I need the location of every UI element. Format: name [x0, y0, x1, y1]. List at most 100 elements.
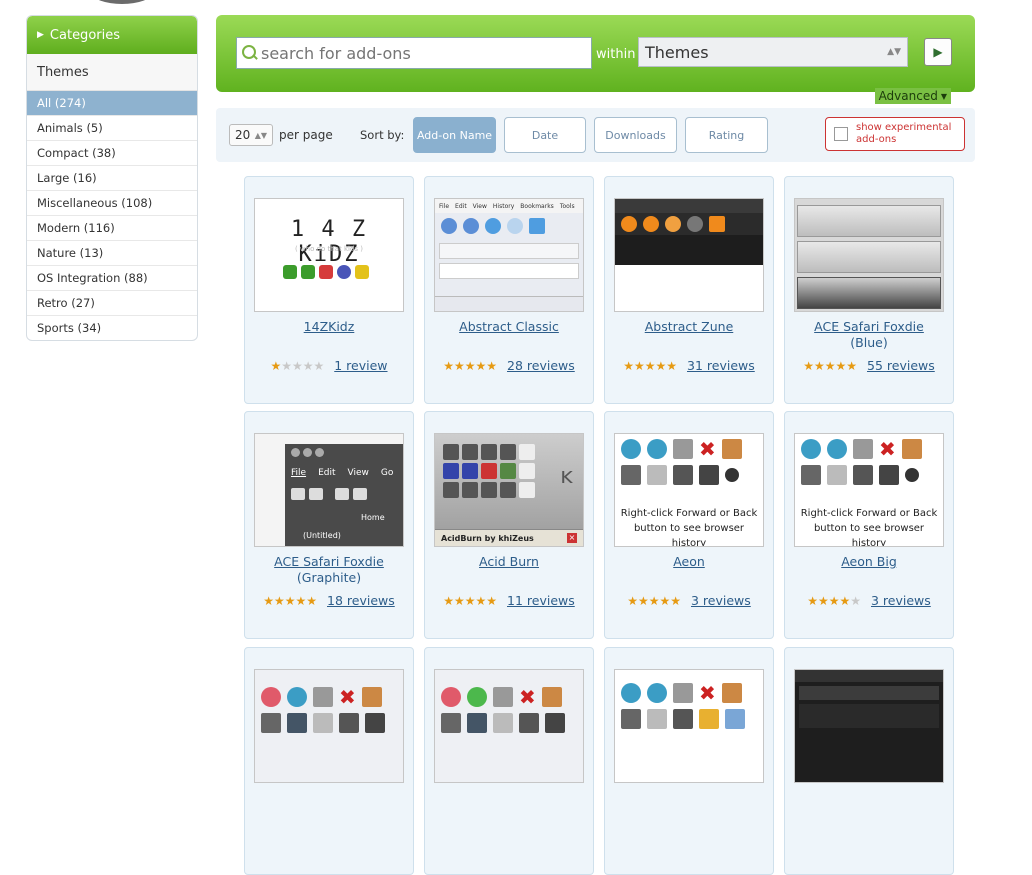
sidebar-item-nature[interactable]: Nature (13)	[27, 241, 197, 266]
sidebar-item-all[interactable]: All (274)	[27, 91, 197, 116]
reviews-link[interactable]: 28 reviews	[507, 358, 575, 373]
menu-history: History	[492, 202, 515, 210]
sidebar-item-retro[interactable]: Retro (27)	[27, 291, 197, 316]
back-icon	[801, 439, 821, 459]
sort-by-label: Sort by:	[360, 128, 405, 142]
folder-icon	[673, 465, 693, 485]
addon-thumbnail[interactable]: ✖ Right-click Forward or Back button to …	[614, 433, 764, 547]
sort-rating-button[interactable]: Rating	[685, 117, 768, 153]
addon-card-aeon-big[interactable]: ✖ Right-click Forward or Back button to …	[784, 411, 954, 639]
addon-thumbnail[interactable]	[794, 198, 944, 312]
addon-title[interactable]: 14ZKidz	[245, 319, 413, 335]
addon-title[interactable]: Aeon	[605, 554, 773, 570]
sidebar-item-compact[interactable]: Compact (38)	[27, 141, 197, 166]
addon-title[interactable]: Aeon Big	[785, 554, 953, 570]
menu-file: File	[439, 202, 450, 210]
advanced-label: Advanced	[878, 89, 938, 103]
browser-toolbar	[615, 213, 763, 235]
aeon-toolbar-row-1: ✖	[615, 438, 763, 460]
star-rating-icon: ★★★★★	[807, 594, 862, 608]
graphite-window: File Edit View Go Home (Untitled)	[285, 444, 403, 546]
addon-rating: ★★★★★ 28 reviews	[425, 358, 593, 373]
addon-card-14zkidz[interactable]: 1 4 Z KiDZ ( who do that kids ) 14ZKidz …	[244, 176, 414, 404]
addon-card-ace-safari-foxdie-blue[interactable]: ACE Safari Foxdie (Blue) ★★★★★ 55 review…	[784, 176, 954, 404]
stop-icon	[353, 488, 367, 500]
menu-file: File	[291, 468, 307, 478]
sort-downloads-button[interactable]: Downloads	[594, 117, 677, 153]
addon-thumbnail[interactable]: 1 4 Z KiDZ ( who do that kids )	[254, 198, 404, 312]
sidebar-item-os-integration[interactable]: OS Integration (88)	[27, 266, 197, 291]
per-page-select[interactable]: 20 ▲▼	[229, 124, 273, 146]
menu-view: View	[347, 468, 369, 478]
addon-title[interactable]: Abstract Zune	[605, 319, 773, 335]
home-icon	[361, 687, 382, 707]
addon-title[interactable]: Abstract Classic	[425, 319, 593, 335]
addon-thumbnail[interactable]: ✖ Right-click Forward or Back button to …	[794, 433, 944, 547]
reviews-link[interactable]: 11 reviews	[507, 593, 575, 608]
addon-title[interactable]: ACE Safari Foxdie	[785, 319, 953, 335]
experimental-checkbox[interactable]	[834, 127, 848, 141]
menu-view: View	[472, 202, 487, 210]
within-dropdown[interactable]: Themes ▲▼	[638, 37, 908, 67]
addon-card-row3-2[interactable]: ✖	[424, 647, 594, 875]
forward-icon	[647, 683, 667, 703]
reviews-link[interactable]: 1 review	[334, 358, 387, 373]
addon-rating: ★★★★★ 31 reviews	[605, 358, 773, 373]
forward-arrow-icon	[301, 265, 315, 279]
addon-thumbnail[interactable]	[614, 198, 764, 312]
home-icon	[721, 439, 742, 459]
folder-icon	[673, 709, 693, 729]
expand-triangle-icon: ▶	[37, 30, 44, 40]
reviews-link[interactable]: 3 reviews	[871, 593, 931, 608]
fullscreen-icon	[699, 465, 719, 485]
search-input[interactable]	[259, 42, 583, 64]
reviews-link[interactable]: 3 reviews	[691, 593, 751, 608]
addon-thumbnail[interactable]: ✖	[434, 669, 584, 783]
addon-card-row3-1[interactable]: ✖	[244, 647, 414, 875]
reload-icon	[673, 683, 693, 703]
addon-thumbnail[interactable]: ✖	[254, 669, 404, 783]
back-icon	[291, 488, 305, 500]
addon-title[interactable]: Acid Burn	[425, 554, 593, 570]
sidebar-item-large[interactable]: Large (16)	[27, 166, 197, 191]
per-page-value: 20	[235, 128, 251, 142]
addon-card-abstract-classic[interactable]: File Edit View History Bookmarks Tools A…	[424, 176, 594, 404]
addon-card-aeon[interactable]: ✖ Right-click Forward or Back button to …	[604, 411, 774, 639]
search-go-button[interactable]: ▶	[924, 38, 952, 66]
categories-header[interactable]: ▶ Categories	[27, 16, 197, 54]
addon-thumbnail[interactable]: File Edit View Go Home (Untitled)	[254, 433, 404, 547]
sort-date-button[interactable]: Date	[504, 117, 586, 153]
addon-card-row3-4[interactable]	[784, 647, 954, 875]
sort-addon-name-button[interactable]: Add-on Name	[413, 117, 496, 153]
advanced-search-link[interactable]: Advanced ▼	[874, 88, 951, 104]
back-icon	[261, 687, 281, 707]
search-field[interactable]	[236, 37, 592, 69]
sidebar-item-miscellaneous[interactable]: Miscellaneous (108)	[27, 191, 197, 216]
addon-thumbnail[interactable]: File Edit View History Bookmarks Tools	[434, 198, 584, 312]
home-icon	[355, 265, 369, 279]
menu-tools: Tools	[559, 202, 575, 210]
sidebar-item-modern[interactable]: Modern (116)	[27, 216, 197, 241]
addon-subtitle[interactable]: (Graphite)	[245, 570, 413, 586]
addon-thumbnail[interactable]: ✖	[614, 669, 764, 783]
back-icon	[621, 216, 637, 232]
play-arrow-icon: ▶	[933, 45, 943, 59]
reviews-link[interactable]: 31 reviews	[687, 358, 755, 373]
addon-thumbnail[interactable]: ᴋ AcidBurn by khiZeus ×	[434, 433, 584, 547]
sidebar-item-sports[interactable]: Sports (34)	[27, 316, 197, 340]
sidebar-section-themes[interactable]: Themes	[27, 54, 197, 91]
home-icon	[709, 216, 725, 232]
addon-card-acid-burn[interactable]: ᴋ AcidBurn by khiZeus × Acid Burn ★★★★★ …	[424, 411, 594, 639]
addon-subtitle[interactable]: (Blue)	[785, 335, 953, 351]
addon-card-ace-safari-foxdie-graphite[interactable]: File Edit View Go Home (Untitled) ACE Sa…	[244, 411, 414, 639]
addon-thumbnail[interactable]	[794, 669, 944, 783]
reviews-link[interactable]: 55 reviews	[867, 358, 935, 373]
addon-card-row3-3[interactable]: ✖	[604, 647, 774, 875]
addon-title[interactable]: ACE Safari Foxdie	[245, 554, 413, 570]
graphite-home-label: Home	[361, 513, 385, 522]
site-logo[interactable]	[92, 0, 152, 4]
addon-card-abstract-zune[interactable]: Abstract Zune ★★★★★ 31 reviews	[604, 176, 774, 404]
reviews-link[interactable]: 18 reviews	[327, 593, 395, 608]
show-experimental-toggle[interactable]: show experimental add-ons	[825, 117, 965, 151]
sidebar-item-animals[interactable]: Animals (5)	[27, 116, 197, 141]
